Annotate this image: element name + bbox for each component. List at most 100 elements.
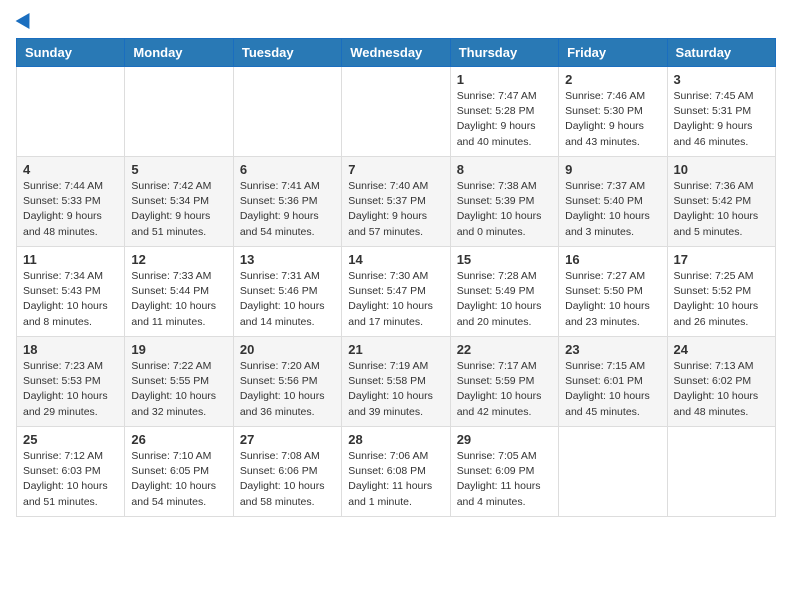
column-header-saturday: Saturday xyxy=(667,39,775,67)
day-info: Sunrise: 7:22 AM Sunset: 5:55 PM Dayligh… xyxy=(131,359,226,420)
calendar-cell: 13 Sunrise: 7:31 AM Sunset: 5:46 PM Dayli… xyxy=(233,247,341,337)
day-number: 19 xyxy=(131,342,226,357)
day-number: 1 xyxy=(457,72,552,87)
day-number: 4 xyxy=(23,162,118,177)
day-info: Sunrise: 7:23 AM Sunset: 5:53 PM Dayligh… xyxy=(23,359,118,420)
day-number: 21 xyxy=(348,342,443,357)
calendar-cell xyxy=(559,427,667,517)
day-info: Sunrise: 7:28 AM Sunset: 5:49 PM Dayligh… xyxy=(457,269,552,330)
column-header-tuesday: Tuesday xyxy=(233,39,341,67)
calendar-week-row: 1 Sunrise: 7:47 AM Sunset: 5:28 PM Daylig… xyxy=(17,67,776,157)
calendar-cell: 21 Sunrise: 7:19 AM Sunset: 5:58 PM Dayli… xyxy=(342,337,450,427)
day-info: Sunrise: 7:47 AM Sunset: 5:28 PM Dayligh… xyxy=(457,89,552,150)
calendar-cell: 20 Sunrise: 7:20 AM Sunset: 5:56 PM Dayli… xyxy=(233,337,341,427)
calendar-header-row: SundayMondayTuesdayWednesdayThursdayFrid… xyxy=(17,39,776,67)
calendar-cell xyxy=(125,67,233,157)
calendar-cell: 24 Sunrise: 7:13 AM Sunset: 6:02 PM Dayli… xyxy=(667,337,775,427)
calendar-cell: 25 Sunrise: 7:12 AM Sunset: 6:03 PM Dayli… xyxy=(17,427,125,517)
day-number: 27 xyxy=(240,432,335,447)
calendar-cell: 28Sunrise: 7:06 AM Sunset: 6:08 PM Dayli… xyxy=(342,427,450,517)
day-number: 25 xyxy=(23,432,118,447)
calendar-cell: 12Sunrise: 7:33 AM Sunset: 5:44 PM Dayli… xyxy=(125,247,233,337)
calendar-cell: 11 Sunrise: 7:34 AM Sunset: 5:43 PM Dayli… xyxy=(17,247,125,337)
day-number: 26 xyxy=(131,432,226,447)
calendar-cell: 29 Sunrise: 7:05 AM Sunset: 6:09 PM Dayli… xyxy=(450,427,558,517)
day-number: 29 xyxy=(457,432,552,447)
day-info: Sunrise: 7:15 AM Sunset: 6:01 PM Dayligh… xyxy=(565,359,660,420)
calendar-cell xyxy=(342,67,450,157)
calendar-week-row: 18 Sunrise: 7:23 AM Sunset: 5:53 PM Dayli… xyxy=(17,337,776,427)
calendar-cell: 27 Sunrise: 7:08 AM Sunset: 6:06 PM Dayli… xyxy=(233,427,341,517)
calendar-cell: 19 Sunrise: 7:22 AM Sunset: 5:55 PM Dayli… xyxy=(125,337,233,427)
day-info: Sunrise: 7:05 AM Sunset: 6:09 PM Dayligh… xyxy=(457,449,552,510)
calendar-cell: 23 Sunrise: 7:15 AM Sunset: 6:01 PM Dayli… xyxy=(559,337,667,427)
day-info: Sunrise: 7:38 AM Sunset: 5:39 PM Dayligh… xyxy=(457,179,552,240)
day-number: 22 xyxy=(457,342,552,357)
day-number: 6 xyxy=(240,162,335,177)
calendar-cell: 9Sunrise: 7:37 AM Sunset: 5:40 PM Daylig… xyxy=(559,157,667,247)
day-info: Sunrise: 7:41 AM Sunset: 5:36 PM Dayligh… xyxy=(240,179,335,240)
column-header-friday: Friday xyxy=(559,39,667,67)
calendar-week-row: 25 Sunrise: 7:12 AM Sunset: 6:03 PM Dayli… xyxy=(17,427,776,517)
day-number: 5 xyxy=(131,162,226,177)
day-number: 11 xyxy=(23,252,118,267)
day-number: 15 xyxy=(457,252,552,267)
column-header-monday: Monday xyxy=(125,39,233,67)
logo-icon xyxy=(16,9,37,29)
column-header-wednesday: Wednesday xyxy=(342,39,450,67)
day-info: Sunrise: 7:36 AM Sunset: 5:42 PM Dayligh… xyxy=(674,179,769,240)
day-info: Sunrise: 7:42 AM Sunset: 5:34 PM Dayligh… xyxy=(131,179,226,240)
calendar-cell xyxy=(17,67,125,157)
calendar-cell xyxy=(233,67,341,157)
calendar-cell: 16 Sunrise: 7:27 AM Sunset: 5:50 PM Dayli… xyxy=(559,247,667,337)
calendar-cell: 4 Sunrise: 7:44 AM Sunset: 5:33 PM Daylig… xyxy=(17,157,125,247)
calendar-cell: 7 Sunrise: 7:40 AM Sunset: 5:37 PM Daylig… xyxy=(342,157,450,247)
day-info: Sunrise: 7:13 AM Sunset: 6:02 PM Dayligh… xyxy=(674,359,769,420)
day-number: 2 xyxy=(565,72,660,87)
day-number: 23 xyxy=(565,342,660,357)
calendar-week-row: 4 Sunrise: 7:44 AM Sunset: 5:33 PM Daylig… xyxy=(17,157,776,247)
day-info: Sunrise: 7:20 AM Sunset: 5:56 PM Dayligh… xyxy=(240,359,335,420)
calendar-cell: 1 Sunrise: 7:47 AM Sunset: 5:28 PM Daylig… xyxy=(450,67,558,157)
day-number: 20 xyxy=(240,342,335,357)
column-header-thursday: Thursday xyxy=(450,39,558,67)
day-info: Sunrise: 7:10 AM Sunset: 6:05 PM Dayligh… xyxy=(131,449,226,510)
column-header-sunday: Sunday xyxy=(17,39,125,67)
day-info: Sunrise: 7:25 AM Sunset: 5:52 PM Dayligh… xyxy=(674,269,769,330)
calendar-cell: 10 Sunrise: 7:36 AM Sunset: 5:42 PM Dayli… xyxy=(667,157,775,247)
day-number: 16 xyxy=(565,252,660,267)
day-info: Sunrise: 7:08 AM Sunset: 6:06 PM Dayligh… xyxy=(240,449,335,510)
calendar-cell: 14Sunrise: 7:30 AM Sunset: 5:47 PM Dayli… xyxy=(342,247,450,337)
day-number: 24 xyxy=(674,342,769,357)
logo xyxy=(16,16,34,26)
day-number: 7 xyxy=(348,162,443,177)
day-info: Sunrise: 7:44 AM Sunset: 5:33 PM Dayligh… xyxy=(23,179,118,240)
calendar-cell: 22 Sunrise: 7:17 AM Sunset: 5:59 PM Dayli… xyxy=(450,337,558,427)
day-number: 9 xyxy=(565,162,660,177)
calendar-cell: 2 Sunrise: 7:46 AM Sunset: 5:30 PM Daylig… xyxy=(559,67,667,157)
calendar-cell: 8 Sunrise: 7:38 AM Sunset: 5:39 PM Daylig… xyxy=(450,157,558,247)
day-info: Sunrise: 7:34 AM Sunset: 5:43 PM Dayligh… xyxy=(23,269,118,330)
day-number: 8 xyxy=(457,162,552,177)
calendar-table: SundayMondayTuesdayWednesdayThursdayFrid… xyxy=(16,38,776,517)
day-info: Sunrise: 7:40 AM Sunset: 5:37 PM Dayligh… xyxy=(348,179,443,240)
day-info: Sunrise: 7:12 AM Sunset: 6:03 PM Dayligh… xyxy=(23,449,118,510)
day-info: Sunrise: 7:46 AM Sunset: 5:30 PM Dayligh… xyxy=(565,89,660,150)
calendar-cell: 18 Sunrise: 7:23 AM Sunset: 5:53 PM Dayli… xyxy=(17,337,125,427)
day-info: Sunrise: 7:45 AM Sunset: 5:31 PM Dayligh… xyxy=(674,89,769,150)
calendar-week-row: 11 Sunrise: 7:34 AM Sunset: 5:43 PM Dayli… xyxy=(17,247,776,337)
day-number: 18 xyxy=(23,342,118,357)
day-info: Sunrise: 7:19 AM Sunset: 5:58 PM Dayligh… xyxy=(348,359,443,420)
calendar-cell: 15 Sunrise: 7:28 AM Sunset: 5:49 PM Dayli… xyxy=(450,247,558,337)
day-info: Sunrise: 7:33 AM Sunset: 5:44 PM Dayligh… xyxy=(131,269,226,330)
calendar-cell: 26 Sunrise: 7:10 AM Sunset: 6:05 PM Dayli… xyxy=(125,427,233,517)
calendar-cell: 5 Sunrise: 7:42 AM Sunset: 5:34 PM Daylig… xyxy=(125,157,233,247)
day-number: 10 xyxy=(674,162,769,177)
calendar-cell: 17 Sunrise: 7:25 AM Sunset: 5:52 PM Dayli… xyxy=(667,247,775,337)
day-number: 17 xyxy=(674,252,769,267)
day-info: Sunrise: 7:27 AM Sunset: 5:50 PM Dayligh… xyxy=(565,269,660,330)
day-number: 13 xyxy=(240,252,335,267)
day-info: Sunrise: 7:17 AM Sunset: 5:59 PM Dayligh… xyxy=(457,359,552,420)
day-info: Sunrise: 7:31 AM Sunset: 5:46 PM Dayligh… xyxy=(240,269,335,330)
calendar-cell xyxy=(667,427,775,517)
